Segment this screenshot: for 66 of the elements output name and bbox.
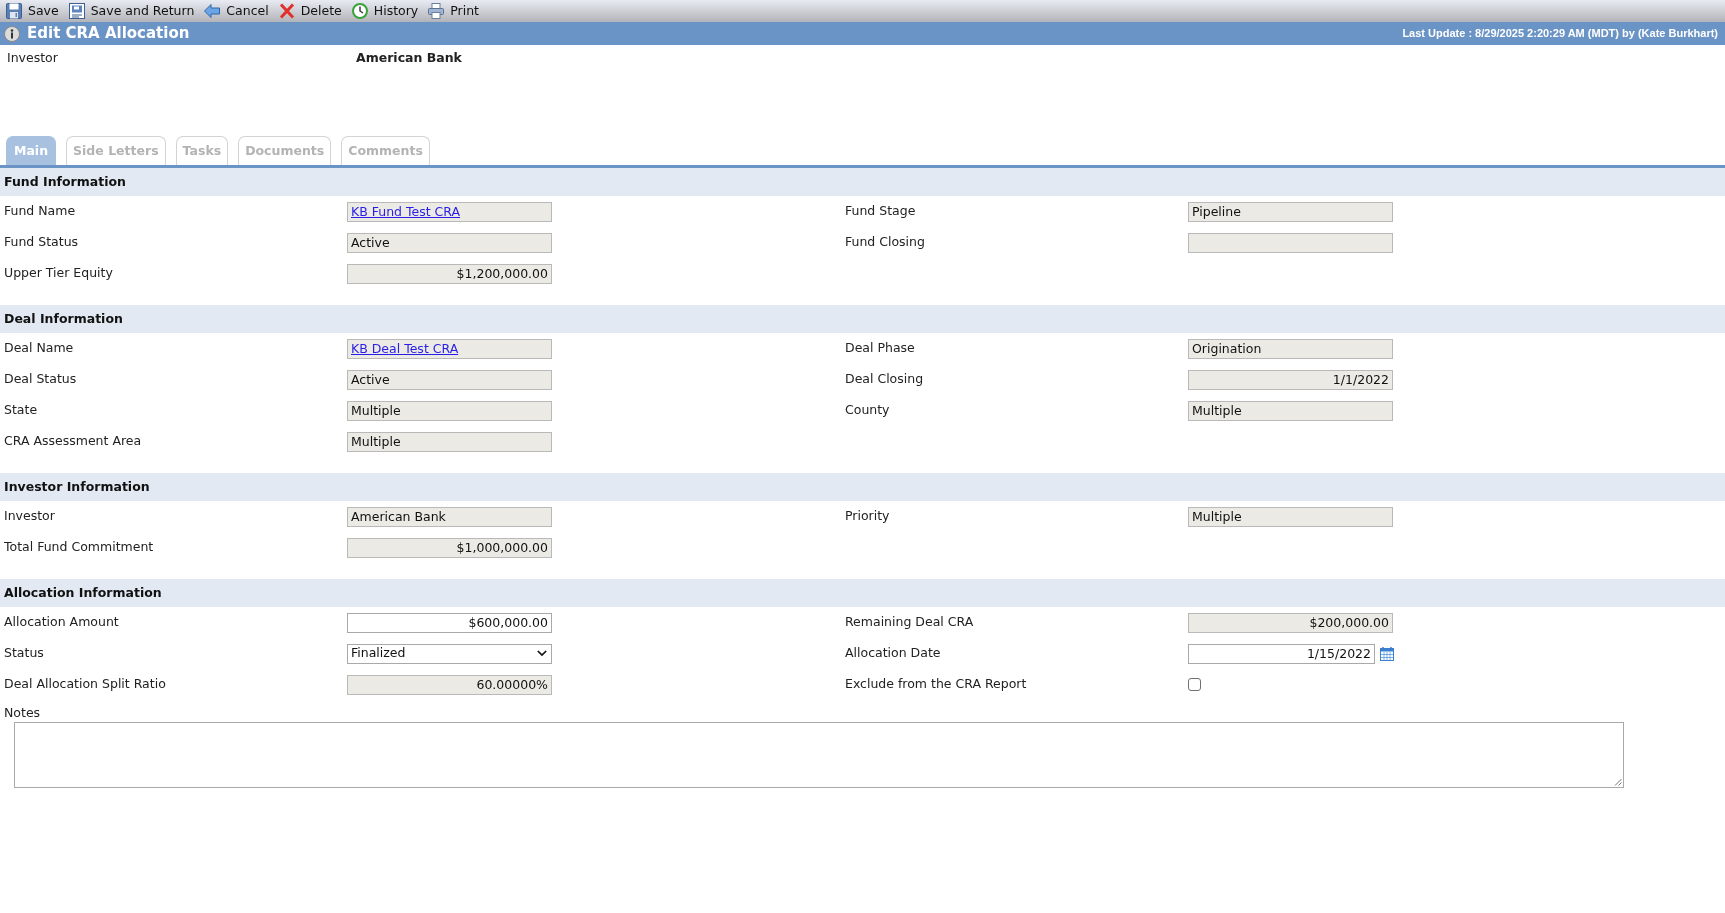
field-label: Allocation Date (845, 644, 941, 663)
readonly-field: $200,000.00 (1188, 612, 1393, 633)
field-label: County (845, 401, 890, 420)
notes-field[interactable] (14, 722, 1624, 788)
left-arrow-icon (204, 3, 221, 19)
field-label: Deal Name (4, 339, 74, 358)
field-label: Investor (7, 49, 58, 66)
readonly-field: Multiple (1188, 506, 1393, 527)
readonly-field: Origination (1188, 338, 1393, 359)
field-label: Upper Tier Equity (4, 264, 113, 283)
readonly-field: 60.00000% (347, 674, 552, 695)
save-document-icon (68, 3, 85, 19)
resize-grip-icon[interactable] (1614, 778, 1622, 786)
field-label: Status (4, 644, 44, 663)
field-label: CRA Assessment Area (4, 432, 142, 451)
field-label: Fund Status (4, 233, 79, 252)
print-button[interactable]: Print (428, 1, 479, 21)
save-button[interactable]: Save (6, 1, 59, 21)
chevron-down-icon (537, 650, 547, 657)
readonly-field: 1/1/2022 (1188, 369, 1393, 390)
last-update-text: Last Update : 8/29/2025 2:20:29 AM (MDT) by (Kate Burkhart) (1402, 26, 1719, 42)
history-button[interactable]: History (351, 1, 419, 21)
field-label: Deal Phase (845, 339, 915, 358)
field-label: Exclude from the CRA Report (845, 675, 1027, 694)
checkbox[interactable] (1188, 678, 1201, 691)
save-and-return-button[interactable]: Save and Return (68, 1, 195, 21)
record-link[interactable]: KB Fund Test CRA (351, 203, 461, 219)
record-link[interactable]: KB Deal Test CRA (351, 340, 459, 356)
field-label: Deal Allocation Split Ratio (4, 675, 166, 694)
field-label: Deal Closing (845, 370, 924, 389)
field-label: Notes (4, 703, 41, 722)
section-header: Allocation Information (0, 579, 1725, 607)
section-header: Fund Information (0, 168, 1725, 196)
section-header: Investor Information (0, 473, 1725, 501)
readonly-field: Pipeline (1188, 201, 1393, 222)
field-label: Allocation Amount (4, 613, 119, 632)
readonly-field: $1,200,000.00 (347, 263, 552, 284)
field-label: State (4, 401, 38, 420)
readonly-field: Active (347, 232, 552, 253)
delete-icon (278, 3, 295, 19)
page-title: Edit CRA Allocation (27, 23, 190, 45)
status-select[interactable]: Finalized (347, 643, 552, 664)
printer-icon (428, 3, 445, 19)
field-value: American Bank (356, 49, 462, 66)
field-label: Total Fund Commitment (4, 538, 154, 557)
cancel-button[interactable]: Cancel (204, 1, 269, 21)
field-label: Investor (4, 507, 55, 526)
field-label: Fund Name (4, 202, 76, 221)
readonly-field: Multiple (1188, 400, 1393, 421)
amount-input[interactable]: $600,000.00 (347, 612, 552, 633)
field-label: Priority (845, 507, 890, 526)
calendar-icon[interactable] (1380, 646, 1394, 661)
field-label: Remaining Deal CRA (845, 613, 974, 632)
field-label: Fund Closing (845, 233, 925, 252)
info-icon (4, 25, 20, 42)
readonly-field: Active (347, 369, 552, 390)
section-header: Deal Information (0, 305, 1725, 333)
field-label: Deal Status (4, 370, 77, 389)
readonly-field: $1,000,000.00 (347, 537, 552, 558)
readonly-field: Multiple (347, 431, 552, 452)
readonly-field: American Bank (347, 506, 552, 527)
clock-icon (351, 3, 368, 19)
date-input[interactable]: 1/15/2022 (1188, 643, 1375, 664)
field-label: Fund Stage (845, 202, 916, 221)
delete-button[interactable]: Delete (278, 1, 342, 21)
readonly-field: Multiple (347, 400, 552, 421)
